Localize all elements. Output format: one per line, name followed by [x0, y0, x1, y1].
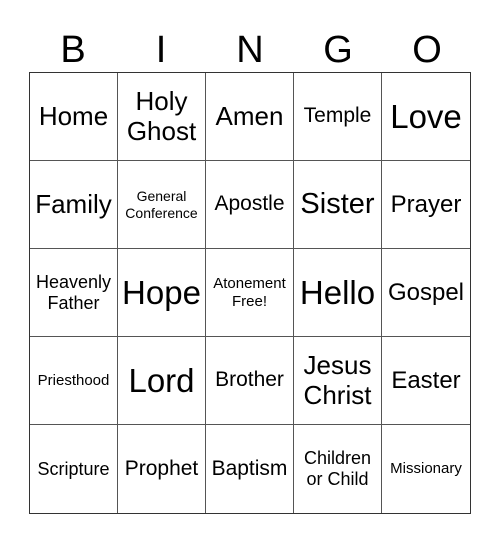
bingo-cell[interactable]: Lord	[118, 337, 206, 425]
bingo-cell[interactable]: Prophet	[118, 425, 206, 513]
bingo-cell[interactable]: Holy Ghost	[118, 73, 206, 161]
bingo-cell[interactable]: Heavenly Father	[30, 249, 118, 337]
header-letter-o: O	[412, 29, 442, 71]
bingo-cell[interactable]: Prayer	[382, 161, 470, 249]
bingo-cell[interactable]: Children or Child	[294, 425, 382, 513]
bingo-cell[interactable]: Sister	[294, 161, 382, 249]
bingo-cell[interactable]: General Conference	[118, 161, 206, 249]
header-letter-i: I	[155, 29, 167, 71]
bingo-cell[interactable]: Love	[382, 73, 470, 161]
bingo-cell[interactable]: Apostle	[206, 161, 294, 249]
header-letter-b: B	[60, 29, 86, 71]
header-letter-g: G	[323, 29, 353, 71]
bingo-cell[interactable]: Hello	[294, 249, 382, 337]
bingo-cell[interactable]: Baptism	[206, 425, 294, 513]
bingo-cell[interactable]: Gospel	[382, 249, 470, 337]
bingo-cell[interactable]: Amen	[206, 73, 294, 161]
bingo-cell[interactable]: Jesus Christ	[294, 337, 382, 425]
bingo-cell[interactable]: Scripture	[30, 425, 118, 513]
bingo-cell[interactable]: Easter	[382, 337, 470, 425]
bingo-cell[interactable]: Hope	[118, 249, 206, 337]
bingo-cell[interactable]: Priesthood	[30, 337, 118, 425]
free-space[interactable]: Atonement Free!	[206, 249, 294, 337]
bingo-grid: Home Holy Ghost Amen Temple Love Family …	[29, 72, 471, 514]
bingo-cell[interactable]: Brother	[206, 337, 294, 425]
bingo-cell[interactable]: Missionary	[382, 425, 470, 513]
bingo-cell[interactable]: Family	[30, 161, 118, 249]
header-letter-n: N	[236, 29, 264, 71]
bingo-cell[interactable]: Home	[30, 73, 118, 161]
bingo-cell[interactable]: Temple	[294, 73, 382, 161]
